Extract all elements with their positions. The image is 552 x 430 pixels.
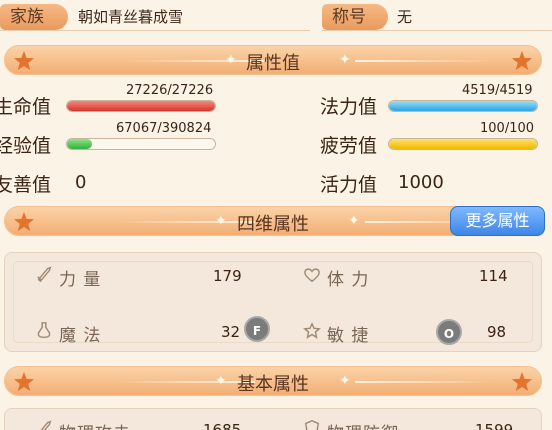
agility-value: 98 [487, 323, 507, 341]
strength-value: 179 [213, 267, 242, 285]
phys-def-value: 1599 [475, 421, 514, 430]
hp-value: 27226/27226 [126, 83, 214, 98]
mp-label: 法力值 [320, 96, 378, 118]
fatigue-value: 100/100 [480, 121, 535, 136]
title-value: 无 [397, 8, 413, 26]
phys-def-label: 物理防御 [327, 419, 399, 430]
sword-icon [37, 266, 52, 283]
vitality-label: 活力值 [320, 174, 378, 196]
star-icon [511, 50, 533, 71]
family-value: 朝如青丝暮成雪 [78, 8, 184, 26]
diamond-icon: ✦ [339, 52, 351, 68]
hp-bar [66, 100, 216, 112]
family-label-tag: 家族 [0, 4, 68, 30]
f-key-button[interactable]: F [244, 316, 270, 342]
phys-atk-value: 1685 [203, 421, 242, 430]
attributes-title: 属性值 [246, 53, 300, 74]
mp-bar-fill [389, 101, 537, 111]
basic-banner: ✦ 基本属性 ✦ [4, 366, 542, 396]
sword-icon [40, 420, 52, 430]
basic-panel: 物理攻击 1685 物理防御 1599 [4, 408, 542, 430]
exp-bar-fill [67, 139, 93, 149]
stamina-value: 114 [479, 267, 508, 285]
agility-label: 敏 捷 [327, 326, 370, 346]
shield-icon [304, 420, 320, 430]
four-dim-panel: 力 量 179 体 力 114 魔 法 32 敏 捷 98 [4, 252, 542, 352]
diamond-icon: ✦ [348, 213, 360, 229]
diamond-icon: ✦ [339, 373, 351, 389]
phys-atk-label: 物理攻击 [59, 419, 131, 430]
stamina-label: 体 力 [327, 270, 370, 290]
exp-value: 67067/390824 [116, 121, 212, 136]
magic-value: 32 [221, 323, 241, 341]
title-label: 称号 [332, 7, 366, 27]
attributes-banner: ✦ 属性值 ✦ [4, 45, 542, 75]
hp-bar-fill [67, 101, 215, 111]
mp-value: 4519/4519 [462, 83, 533, 98]
potion-icon [37, 322, 51, 338]
family-value-underline [0, 30, 310, 31]
star-icon [511, 371, 533, 392]
friendly-value: 0 [75, 172, 87, 193]
o-key-button[interactable]: O [436, 319, 462, 345]
strength-label: 力 量 [59, 270, 102, 290]
family-label: 家族 [10, 7, 44, 27]
exp-bar [66, 138, 216, 150]
fatigue-bar-fill [389, 139, 537, 149]
fatigue-bar [388, 138, 538, 150]
more-attributes-button[interactable]: 更多属性 [450, 206, 545, 236]
heart-icon [304, 268, 320, 283]
hp-label: 生命值 [0, 96, 52, 118]
title-value-underline [322, 30, 552, 31]
magic-label: 魔 法 [59, 326, 102, 346]
friendly-label: 友善值 [0, 174, 52, 196]
vitality-value: 1000 [398, 172, 444, 193]
flower-icon [303, 322, 321, 339]
title-label-tag: 称号 [322, 4, 388, 30]
exp-label: 经验值 [0, 135, 52, 157]
fatigue-label: 疲劳值 [320, 135, 378, 157]
basic-title: 基本属性 [237, 374, 309, 395]
mp-bar [388, 100, 538, 112]
